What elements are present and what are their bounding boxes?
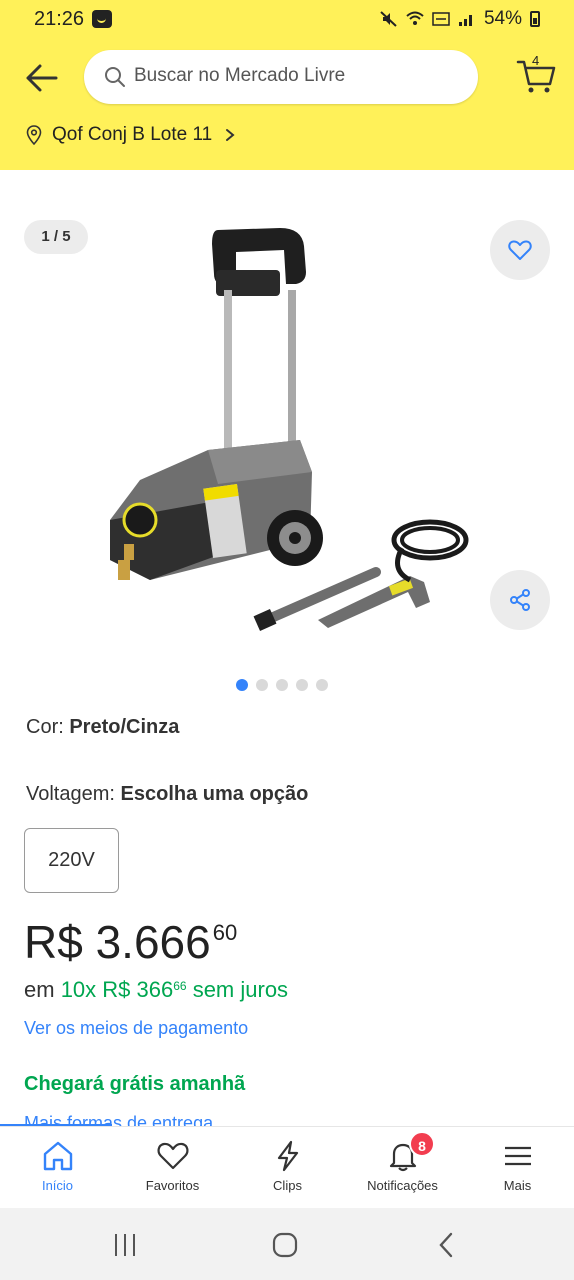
share-icon [510,589,530,611]
mute-icon [380,11,397,27]
bottom-navigation: Início Favoritos Clips 8 Notificações Ma… [0,1126,574,1208]
nav-home-label: Início [41,1178,74,1193]
nav-favorites[interactable]: Favoritos [115,1127,230,1209]
image-counter: 1 / 5 [24,220,88,254]
signal-icon [458,15,472,26]
installments-amount: 10x R$ 366 [60,977,174,1002]
battery-percent: 54% [483,8,522,29]
color-value: Preto/Cinza [69,716,180,738]
location-pin-icon [26,125,42,145]
color-label: Cor: [26,716,70,738]
lightning-icon [277,1140,298,1172]
chevron-right-icon [226,129,235,141]
pagination-dot[interactable] [256,679,268,691]
heart-icon [157,1142,188,1170]
nav-more[interactable]: Mais [460,1127,574,1209]
nav-favorites-label: Favoritos [145,1178,200,1193]
location-selector[interactable]: Qof Conj B Lote 11 [26,124,236,146]
search-icon [105,67,125,87]
voltage-value: Escolha uma opção [120,783,309,805]
favorite-button[interactable] [490,220,550,280]
wifi-icon [406,11,424,25]
shipping-headline: Chegará grátis amanhã [24,1073,246,1095]
notification-badge: 8 [409,1131,435,1157]
volte-icon [432,12,450,26]
search-placeholder: Buscar no Mercado Livre [134,65,346,86]
installments-cents: 66 [173,979,187,993]
menu-icon [504,1146,531,1166]
payment-methods-link[interactable]: Ver os meios de pagamento [24,1018,248,1039]
pagination-dot[interactable] [236,679,248,691]
product-gallery[interactable]: 1 / 5 [0,170,574,670]
location-text: Qof Conj B Lote 11 [52,124,213,145]
back-icon[interactable] [432,1230,462,1260]
status-time: 21:26 [34,8,85,30]
nav-more-label: Mais [503,1178,532,1193]
pressure-washer-image [110,228,469,631]
system-navigation-bar [0,1208,574,1280]
nav-notifications[interactable]: 8 Notificações [345,1127,460,1209]
voltage-label: Voltagem: [26,783,121,805]
installments: em 10x R$ 36666 sem juros [24,977,288,1003]
heart-icon [508,240,532,260]
nav-clips-label: Clips [273,1178,302,1193]
status-indicators: 54% [380,8,540,30]
notification-app-icon [92,10,112,28]
nav-home[interactable]: Início [0,1127,115,1209]
price-cents: 60 [212,920,238,945]
search-bar[interactable]: Buscar no Mercado Livre [84,50,478,104]
nav-clips[interactable]: Clips [230,1127,345,1209]
back-arrow-icon[interactable] [22,58,62,98]
gallery-pagination [236,679,328,691]
voltage-variation: Voltagem: Escolha uma opção [26,783,308,806]
pagination-dot[interactable] [276,679,288,691]
installments-suffix: sem juros [186,977,289,1002]
status-bar: 21:26 54% [0,0,574,42]
home-button-icon[interactable] [270,1230,300,1260]
battery-icon [530,11,540,27]
price-main: R$ 3.666 [24,916,211,968]
cart-count: 4 [532,53,540,68]
nav-notifications-label: Notificações [367,1178,438,1193]
home-icon [43,1141,72,1171]
pagination-dot[interactable] [316,679,328,691]
app-header: 21:26 54% Buscar no Mercado Livre 4 Qof … [0,0,574,170]
installments-value: 10x R$ 36666 sem juros [61,977,288,1002]
voltage-option-220v[interactable]: 220V [24,828,119,893]
color-variation: Cor: Preto/Cinza [26,716,179,739]
installments-prefix: em [24,977,61,1002]
pagination-dot[interactable] [296,679,308,691]
price: R$ 3.666 60 [24,914,237,970]
share-button[interactable] [490,570,550,630]
recent-apps-icon[interactable] [110,1230,140,1260]
